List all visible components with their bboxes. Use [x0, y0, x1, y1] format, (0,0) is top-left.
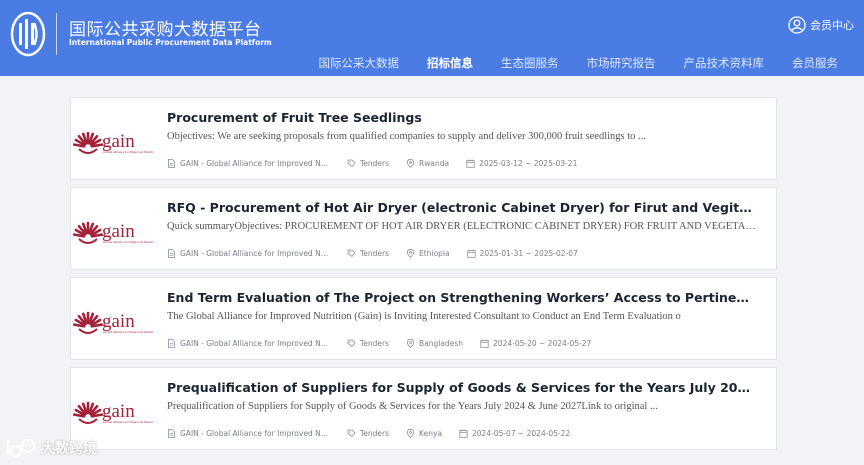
tender-type: Tenders — [347, 249, 389, 258]
tender-type-label: Tenders — [360, 249, 390, 258]
tag-icon — [347, 159, 356, 168]
tag-icon — [347, 339, 356, 348]
tender-country-label: Rwanda — [419, 159, 450, 168]
gain-logo: gain Global Alliance for Improved Nutrit… — [73, 311, 153, 334]
tender-dates: 2024-05-20 ~ 2024-05-27 — [480, 339, 591, 348]
location-pin-icon — [406, 429, 415, 438]
tender-country-label: Kenya — [419, 429, 442, 438]
gain-logo-word: gain — [102, 311, 135, 332]
gain-logo-word: gain — [102, 401, 135, 422]
gain-logo-word: gain — [102, 131, 135, 152]
tender-country: Rwanda — [406, 159, 449, 168]
document-icon — [168, 339, 175, 348]
gain-logo: gain Global Alliance for Improved Nutrit… — [73, 401, 153, 424]
tender-card[interactable]: gain Global Alliance for Improved Nutrit… — [70, 97, 777, 180]
tender-org: GAIN - Global Alliance for Improved Nutr… — [167, 429, 330, 438]
gain-logo-tagline: Global Alliance for Improved Nutrition — [103, 150, 153, 154]
tender-country: Ethiopia — [406, 249, 450, 258]
tag-icon — [347, 249, 356, 258]
tender-card[interactable]: gain Global Alliance for Improved Nutrit… — [70, 277, 777, 360]
tender-meta: GAIN - Global Alliance for Improved Nutr… — [167, 339, 608, 348]
tender-description: Prequalification of Suppliers for Supply… — [167, 401, 658, 412]
tender-meta: GAIN - Global Alliance for Improved Nutr… — [167, 249, 595, 258]
calendar-icon — [466, 159, 475, 168]
document-icon — [168, 159, 175, 168]
calendar-icon — [480, 339, 489, 348]
tender-org-label: GAIN - Global Alliance for Improved Nutr… — [180, 429, 330, 438]
gain-logo: gain Global Alliance for Improved Nutrit… — [73, 221, 153, 244]
tender-org: GAIN - Global Alliance for Improved Nutr… — [167, 249, 330, 258]
tender-meta: GAIN - Global Alliance for Improved Nutr… — [167, 429, 587, 438]
tender-dates: 2025-01-31 ~ 2025-02-07 — [466, 249, 578, 258]
tender-meta: GAIN - Global Alliance for Improved Nutr… — [167, 159, 594, 168]
tender-dates-label: 2024-05-07 ~ 2024-05-22 — [472, 429, 571, 438]
tender-org: GAIN - Global Alliance for Improved Nutr… — [167, 159, 330, 168]
member-center-label: 会员中心 — [810, 19, 854, 32]
tag-icon — [347, 429, 356, 438]
tender-title[interactable]: RFQ - Procurement of Hot Air Dryer (elec… — [167, 200, 757, 215]
tender-type: Tenders — [347, 339, 389, 348]
member-center-link[interactable]: 会员中心 — [788, 16, 854, 34]
gain-logo-tagline: Global Alliance for Improved Nutrition — [103, 420, 153, 424]
gain-logo-word: gain — [102, 221, 135, 242]
tender-dates: 2024-05-07 ~ 2024-05-22 — [459, 429, 570, 438]
nav-big-data[interactable]: 国际公采大数据 — [319, 55, 400, 71]
platform-logo-icon[interactable] — [10, 10, 46, 58]
document-icon — [168, 249, 175, 258]
watermark: 大数跨境 — [5, 437, 97, 459]
tender-dates: 2025-03-12 ~ 2025-03-21 — [466, 159, 577, 168]
location-pin-icon — [406, 249, 415, 258]
location-pin-icon — [406, 339, 415, 348]
gain-logo: gain Global Alliance for Improved Nutrit… — [73, 131, 153, 154]
tender-dates-label: 2025-01-31 ~ 2025-02-07 — [479, 249, 578, 258]
gain-logo-tagline: Global Alliance for Improved Nutrition — [103, 330, 153, 334]
gain-logo-tagline: Global Alliance for Improved Nutrition — [103, 240, 153, 244]
tender-type-label: Tenders — [360, 339, 390, 348]
tender-title[interactable]: Prequalification of Suppliers for Supply… — [167, 380, 757, 395]
tender-dates-label: 2025-03-12 ~ 2025-03-21 — [479, 159, 578, 168]
main-nav: 国际公采大数据 招标信息 生态圈服务 市场研究报告 产品技术资料库 会员服务 — [319, 55, 839, 71]
nav-ecosystem[interactable]: 生态圈服务 — [501, 55, 559, 71]
tender-org-label: GAIN - Global Alliance for Improved Nutr… — [180, 339, 330, 348]
tender-description: Objectives: We are seeking proposals fro… — [167, 131, 646, 142]
tender-type-label: Tenders — [360, 159, 390, 168]
top-header: 国际公共采购大数据平台 International Public Procure… — [0, 0, 864, 76]
tender-description: The Global Alliance for Improved Nutriti… — [167, 311, 681, 322]
logo-divider — [56, 13, 57, 55]
calendar-icon — [466, 249, 476, 258]
tender-title[interactable]: Procurement of Fruit Tree Seedlings — [167, 110, 757, 125]
nav-tenders[interactable]: 招标信息 — [427, 55, 473, 71]
tender-country: Kenya — [406, 429, 442, 438]
user-icon — [788, 16, 806, 34]
brand-title: 国际公共采购大数据平台 — [69, 20, 262, 40]
tender-type: Tenders — [347, 429, 389, 438]
tender-country-label: Bangladesh — [419, 339, 464, 348]
tender-type-label: Tenders — [360, 429, 390, 438]
nav-market-reports[interactable]: 市场研究报告 — [587, 55, 656, 71]
tender-card[interactable]: gain Global Alliance for Improved Nutrit… — [70, 187, 777, 270]
tender-org: GAIN - Global Alliance for Improved Nutr… — [167, 339, 330, 348]
tender-country-label: Ethiopia — [419, 249, 450, 258]
tender-org-label: GAIN - Global Alliance for Improved Nutr… — [180, 249, 330, 258]
nav-member-services[interactable]: 会员服务 — [792, 55, 838, 71]
calendar-icon — [459, 429, 468, 438]
tender-list: gain Global Alliance for Improved Nutrit… — [70, 97, 777, 457]
watermark-logo-icon — [6, 439, 35, 458]
tender-dates-label: 2024-05-20 ~ 2024-05-27 — [493, 339, 592, 348]
tender-org-label: GAIN - Global Alliance for Improved Nutr… — [180, 159, 330, 168]
document-icon — [168, 429, 175, 438]
tender-description: Quick summaryObjectives: PROCUREMENT OF … — [167, 221, 762, 232]
tender-title[interactable]: End Term Evaluation of The Project on St… — [167, 290, 757, 305]
tender-type: Tenders — [347, 159, 389, 168]
nav-product-library[interactable]: 产品技术资料库 — [684, 55, 765, 71]
watermark-text: 大数跨境 — [41, 441, 97, 457]
tender-card[interactable]: gain Global Alliance for Improved Nutrit… — [70, 367, 777, 450]
location-pin-icon — [406, 159, 415, 168]
tender-country: Bangladesh — [406, 339, 463, 348]
brand-subtitle: International Public Procurement Data Pl… — [69, 38, 272, 47]
